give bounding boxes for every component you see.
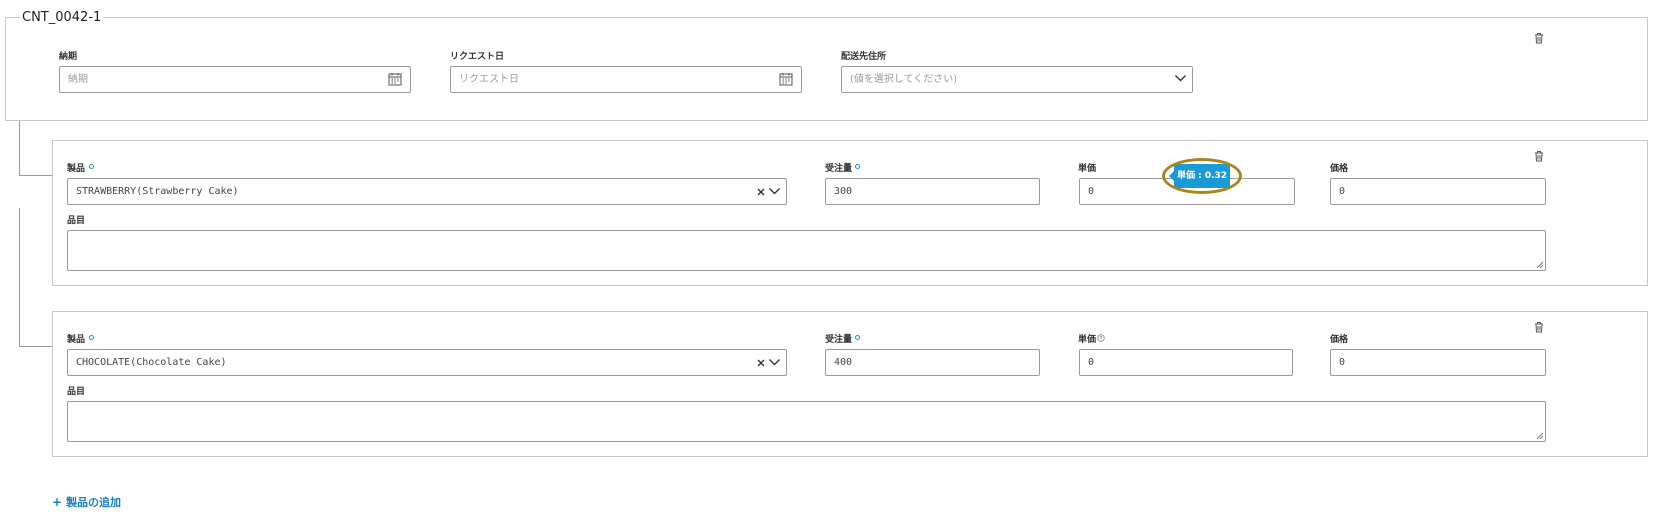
chevron-down-icon[interactable] <box>1174 73 1187 83</box>
unit-price-input[interactable]: 0 <box>1079 349 1293 376</box>
trash-icon[interactable] <box>1533 321 1545 333</box>
item-label: 品目 <box>67 387 86 397</box>
trash-icon[interactable] <box>1533 150 1545 162</box>
info-icon[interactable] <box>1097 334 1105 342</box>
quantity-input[interactable]: 400 <box>825 349 1040 376</box>
item-label: 品目 <box>67 216 86 226</box>
quantity-input[interactable]: 300 <box>825 178 1040 205</box>
calendar-icon[interactable] <box>388 72 402 86</box>
due-date-input[interactable]: 納期 <box>59 66 411 93</box>
item-textarea[interactable] <box>67 230 1546 271</box>
unit-price-label: 単価 <box>1078 335 1097 345</box>
product-select[interactable]: CHOCOLATE(Chocolate Cake) <box>67 349 787 376</box>
tree-connector <box>19 121 20 175</box>
request-date-label: リクエスト日 <box>450 52 505 62</box>
tree-connector <box>19 346 52 347</box>
item-textarea[interactable] <box>67 401 1546 442</box>
unit-price-label: 単価 <box>1078 164 1097 174</box>
quantity-label: 受注量 <box>825 164 853 174</box>
clear-icon[interactable] <box>757 359 765 367</box>
add-product-link[interactable]: + 製品の追加 <box>52 494 121 510</box>
ship-to-select[interactable]: (値を選択してください) <box>841 66 1193 93</box>
trash-icon[interactable] <box>1533 32 1545 44</box>
required-indicator <box>89 164 94 169</box>
product-select[interactable]: STRAWBERRY(Strawberry Cake) <box>67 178 787 205</box>
required-indicator <box>855 164 860 169</box>
price-label: 価格 <box>1330 164 1349 174</box>
product-label: 製品 <box>67 164 86 174</box>
price-label: 価格 <box>1330 335 1349 345</box>
tree-connector <box>19 208 20 346</box>
tree-connector <box>19 175 52 176</box>
product-label: 製品 <box>67 335 86 345</box>
resize-handle-icon[interactable] <box>1535 431 1544 440</box>
request-date-input[interactable]: リクエスト日 <box>450 66 802 93</box>
required-indicator <box>89 335 94 340</box>
clear-icon[interactable] <box>757 188 765 196</box>
price-input[interactable]: 0 <box>1330 349 1546 376</box>
plus-icon: + <box>52 495 63 509</box>
price-input[interactable]: 0 <box>1330 178 1546 205</box>
highlight-ring <box>1162 158 1242 194</box>
required-indicator <box>855 335 860 340</box>
resize-handle-icon[interactable] <box>1535 260 1544 269</box>
chevron-down-icon[interactable] <box>768 357 781 367</box>
due-date-label: 納期 <box>59 52 78 62</box>
chevron-down-icon[interactable] <box>768 186 781 196</box>
add-product-label: 製品の追加 <box>66 496 122 509</box>
quantity-label: 受注量 <box>825 335 853 345</box>
calendar-icon[interactable] <box>779 72 793 86</box>
ship-to-label: 配送先住所 <box>841 52 887 62</box>
contract-title: CNT_0042-1 <box>20 10 104 25</box>
